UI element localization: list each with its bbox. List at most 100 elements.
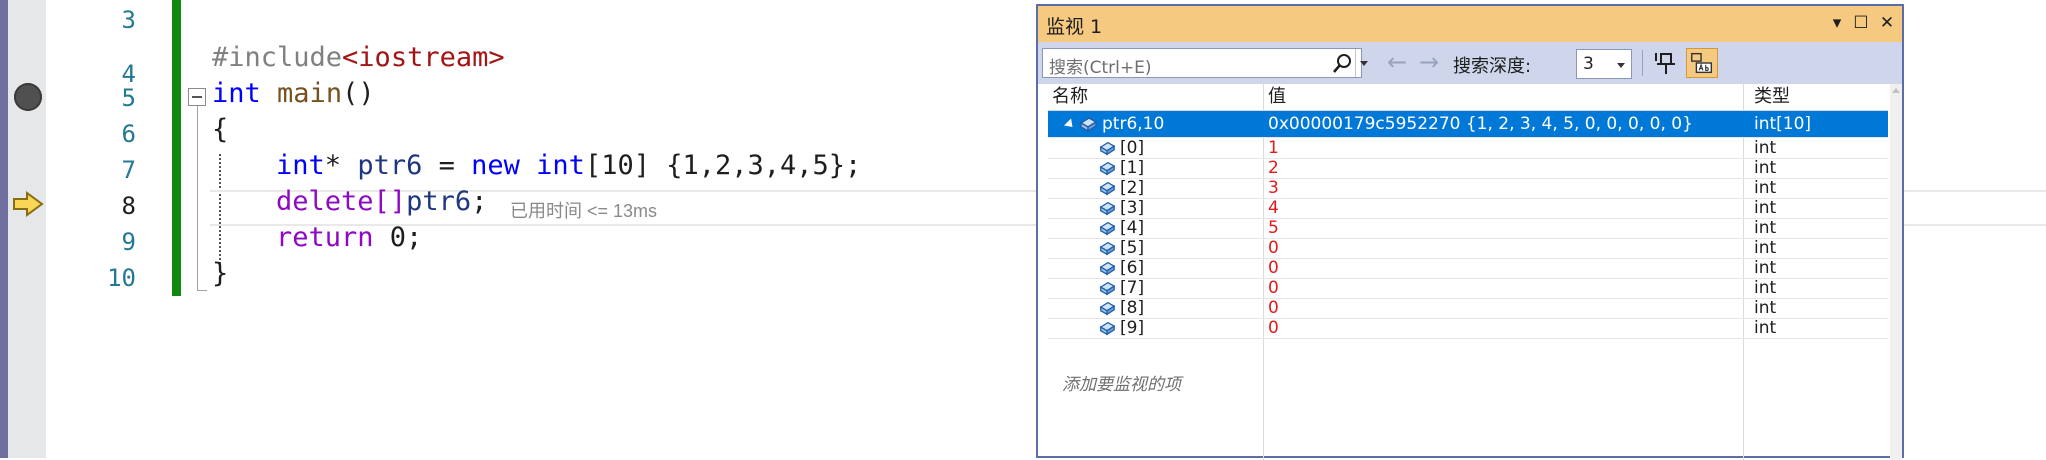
search-placeholder: 搜索(Ctrl+E) [1049,58,1152,78]
semicolon: ; [471,186,488,217]
watch-item-type: int [1754,258,1777,278]
watch-item-name: [6] [1120,258,1145,278]
watch-title-bar[interactable]: 监视 1 ▾ ☐ ✕ [1038,6,1902,42]
line-number: 10 [107,264,136,292]
array-initializer: [10] {1,2,3,4,5}; [584,150,862,181]
perf-tip[interactable]: 已用时间 <= 13ms [510,197,657,223]
line-number-current: 8 [121,192,136,220]
open-brace: { [212,114,229,145]
code-line-7[interactable]: int* ptr6 = new int[10] {1,2,3,4,5}; [276,148,861,184]
watch-row[interactable]: [1] 2 int [1048,158,1888,179]
object-icon [1099,161,1116,176]
watch-row[interactable]: [6] 0 int [1048,258,1888,279]
change-tracking-bar [172,0,181,296]
watch-title: 监视 1 [1046,16,1103,38]
watch-row[interactable]: [8] 0 int [1048,298,1888,319]
pin-icon[interactable] [1652,50,1678,76]
code-line-4[interactable]: #include<iostream> [212,40,505,76]
watch-row[interactable]: [2] 3 int [1048,178,1888,199]
object-icon [1099,221,1116,236]
keyword-int: int [536,150,585,181]
watch-row[interactable]: [5] 0 int [1048,238,1888,259]
close-brace: } [212,258,229,289]
watch-row[interactable]: [9] 0 int [1048,318,1888,339]
search-icon[interactable] [1331,53,1353,75]
object-icon [1099,241,1116,256]
add-watch-placeholder[interactable]: 添加要监视的项 [1062,372,1181,398]
code-line-6[interactable]: { [212,112,228,148]
search-forward-button[interactable]: → [1416,48,1442,76]
watch-item-value[interactable]: 0 [1268,238,1748,258]
toolbar-separator [1642,50,1643,76]
breakpoint-icon[interactable] [14,83,42,111]
watch-row-root[interactable]: ptr6,10 0x00000179c5952270 {1, 2, 3, 4, … [1048,111,1888,138]
array-brackets: [] [373,186,407,217]
watch-item-name: [2] [1120,178,1145,198]
watch-item-value[interactable]: 3 [1268,178,1748,198]
watch-row[interactable]: [3] 4 int [1048,198,1888,219]
watch-row[interactable]: [7] 0 int [1048,278,1888,299]
search-depth-select[interactable]: 3 [1576,49,1632,79]
watch-window[interactable]: 监视 1 ▾ ☐ ✕ 搜索(Ctrl+E) ← → 搜索深度: 3 名称 值 类… [1036,4,1904,460]
grid-header: 名称 值 类型 [1048,84,1888,111]
watch-root-type: int[10] [1754,114,1812,134]
hex-display-icon[interactable] [1686,48,1718,78]
search-back-button[interactable]: ← [1384,48,1410,76]
keyword-return: return [276,222,374,253]
fold-guide-end [197,290,207,291]
watch-item-type: int [1754,198,1777,218]
watch-item-value[interactable]: 0 [1268,258,1748,278]
object-icon [1099,301,1116,316]
watch-root-name: ptr6,10 [1102,114,1165,134]
watch-item-name: [5] [1120,238,1145,258]
watch-item-type: int [1754,218,1777,238]
code-line-5[interactable]: int main() [212,76,375,112]
search-options-dropdown[interactable] [1355,49,1372,77]
collapse-arrow-icon[interactable] [1063,118,1077,131]
object-icon [1099,321,1116,336]
glyph-margin[interactable] [8,0,46,458]
watch-item-type: int [1754,138,1777,158]
keyword-new: new [471,150,520,181]
include-header: <iostream> [342,42,505,73]
collapse-toggle-icon[interactable] [188,88,206,106]
window-options-button[interactable]: ▾ [1824,10,1850,36]
object-icon [1099,141,1116,156]
watch-item-name: [9] [1120,318,1145,338]
watch-row[interactable]: [4] 5 int [1048,218,1888,239]
watch-item-value[interactable]: 2 [1268,158,1748,178]
vertical-scrollbar[interactable] [1890,84,1902,460]
watch-item-value[interactable]: 0 [1268,318,1748,338]
maximize-button[interactable]: ☐ [1848,10,1874,36]
column-header-type[interactable]: 类型 [1754,84,1790,110]
code-line-9[interactable]: return 0; [276,220,422,256]
watch-item-value[interactable]: 4 [1268,198,1748,218]
line-number: 6 [121,120,136,148]
watch-item-type: int [1754,278,1777,298]
watch-item-type: int [1754,178,1777,198]
execution-arrow-icon[interactable] [12,190,44,218]
code-line-8[interactable]: delete[]ptr6; [276,184,487,220]
watch-item-value[interactable]: 0 [1268,278,1748,298]
variable-ptr6: ptr6 [406,186,472,217]
line-number: 7 [121,156,136,184]
watch-item-value[interactable]: 1 [1268,138,1748,158]
scroll-up-icon[interactable] [1892,88,1900,93]
watch-item-value[interactable]: 5 [1268,218,1748,238]
function-name: main [277,78,343,109]
column-header-value[interactable]: 值 [1268,84,1286,110]
column-header-name[interactable]: 名称 [1052,84,1088,110]
watch-item-name: [7] [1120,278,1145,298]
line-number: 9 [121,228,136,256]
watch-row[interactable]: [0] 1 int [1048,138,1888,159]
close-button[interactable]: ✕ [1874,10,1900,36]
watch-item-name: [3] [1120,198,1145,218]
search-input[interactable]: 搜索(Ctrl+E) [1042,48,1368,78]
watch-toolbar: 搜索(Ctrl+E) ← → 搜索深度: 3 [1038,42,1902,84]
watch-item-name: [8] [1120,298,1145,318]
watch-item-value[interactable]: 0 [1268,298,1748,318]
watch-item-type: int [1754,238,1777,258]
code-line-10[interactable]: } [212,256,228,292]
watch-root-value[interactable]: 0x00000179c5952270 {1, 2, 3, 4, 5, 0, 0,… [1268,111,1748,137]
object-icon [1099,181,1116,196]
